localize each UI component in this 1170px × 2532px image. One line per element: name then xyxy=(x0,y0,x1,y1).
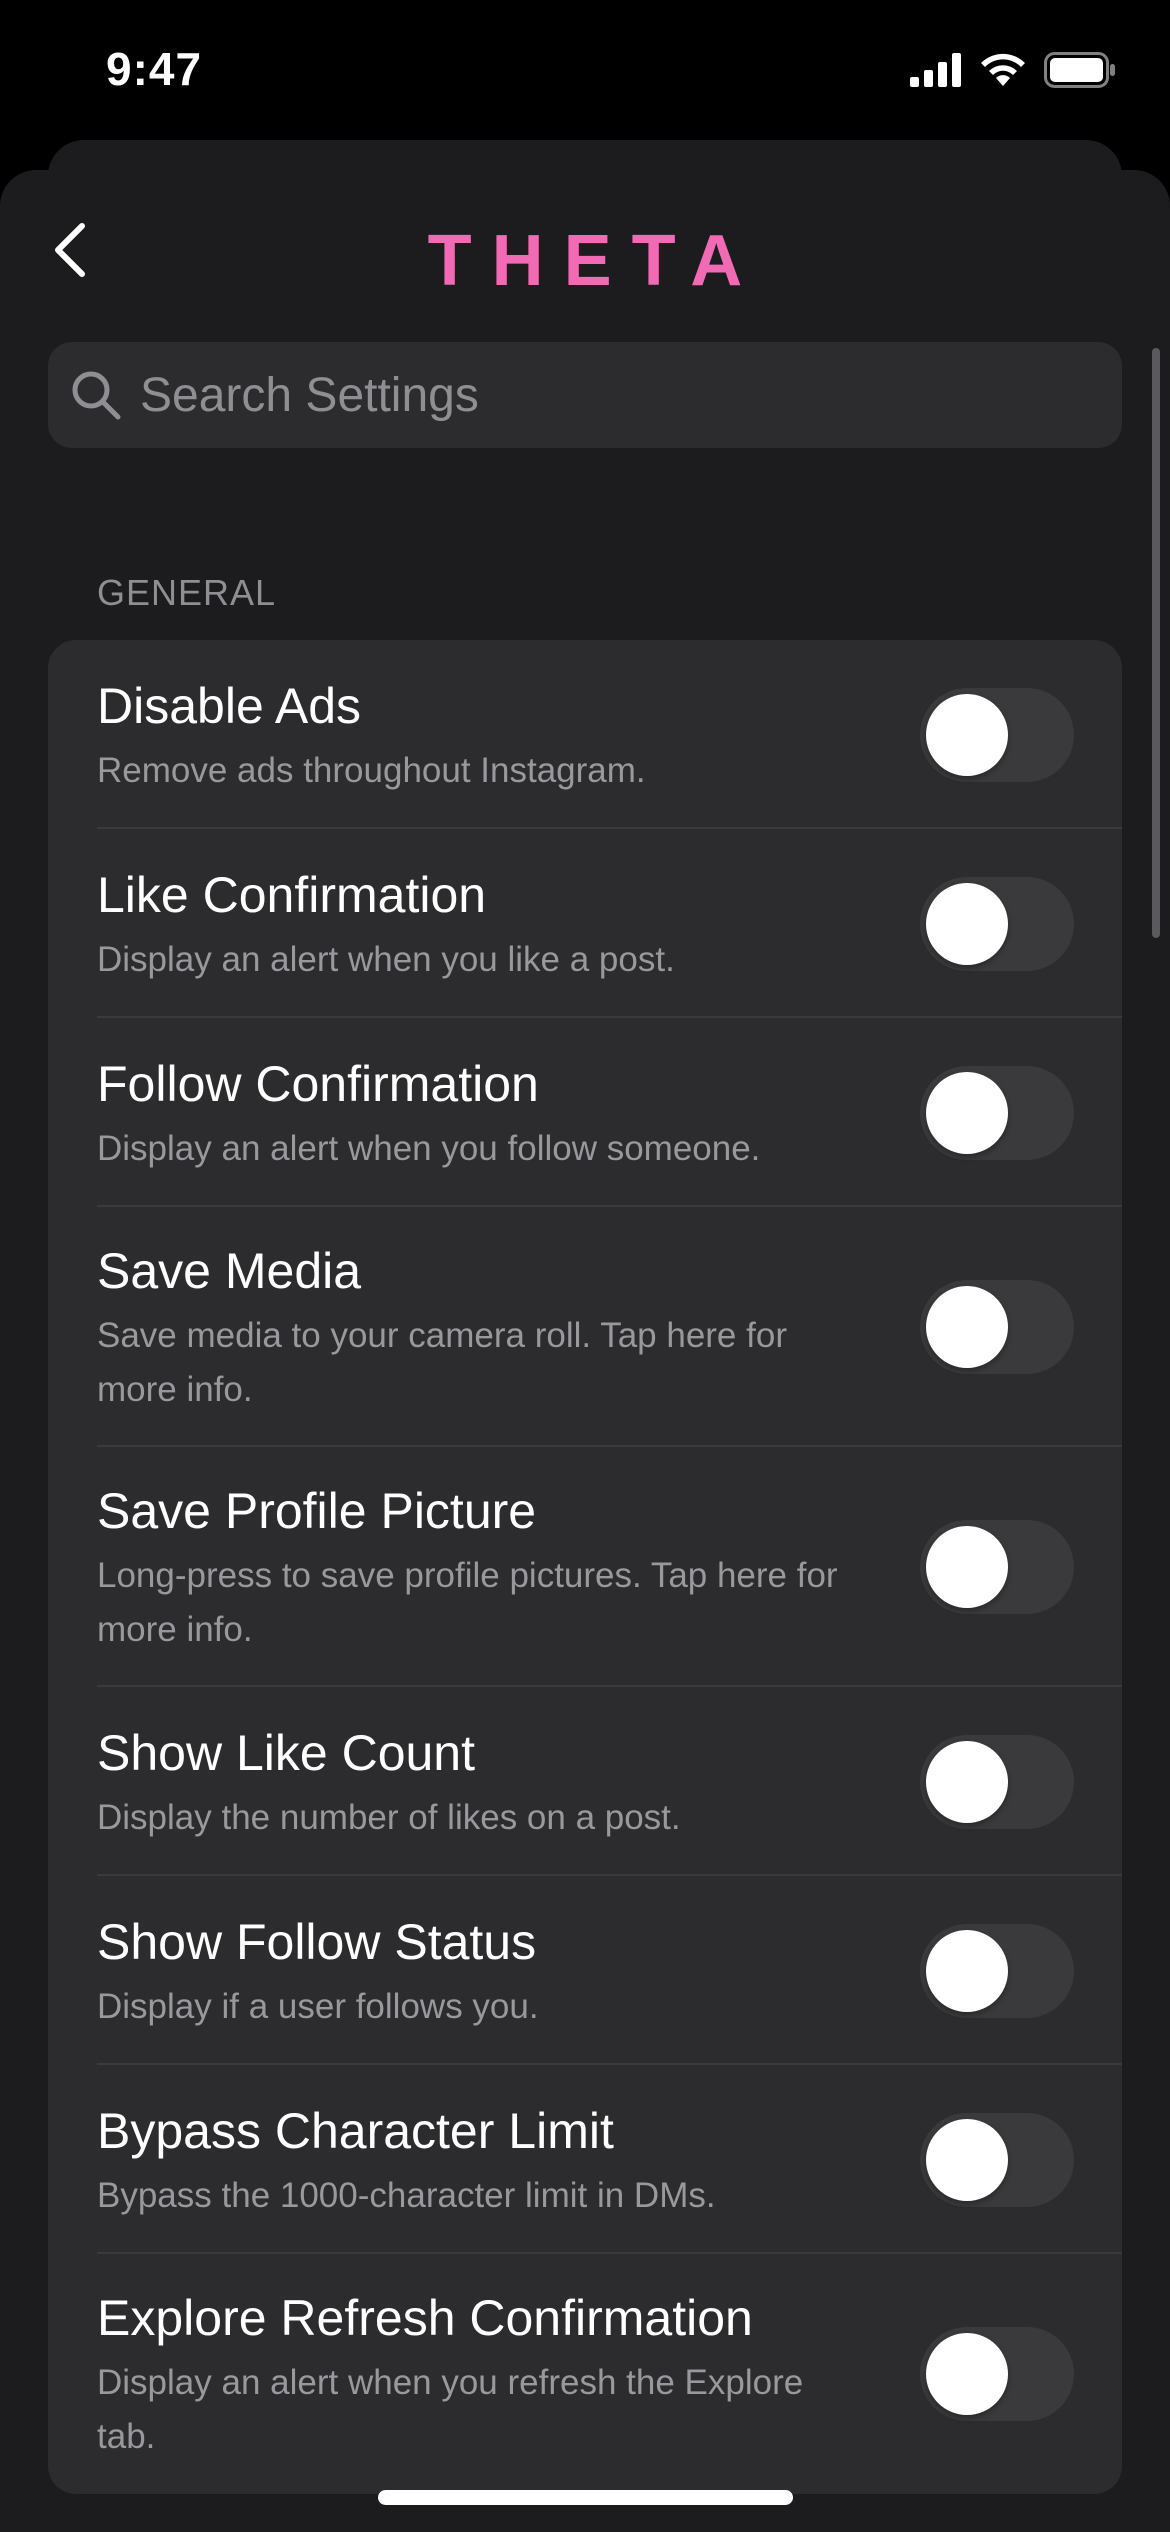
toggle-bypass-character-limit[interactable] xyxy=(920,2112,1074,2207)
toggle-follow-confirmation[interactable] xyxy=(920,1065,1074,1160)
setting-title: Follow Confirmation xyxy=(97,1055,539,1112)
setting-description: Display if a user follows you. xyxy=(97,1986,539,2026)
setting-text: Explore Refresh Confirmation Display an … xyxy=(97,2288,867,2464)
setting-row-show-follow-status[interactable]: Show Follow Status Display if a user fol… xyxy=(48,1876,1122,2065)
setting-row-save-media[interactable]: Save Media Save media to your camera rol… xyxy=(48,1207,1122,1447)
toggle-like-confirmation[interactable] xyxy=(920,876,1074,971)
status-bar: 9:47 xyxy=(0,0,1170,150)
setting-row-follow-confirmation[interactable]: Follow Confirmation Display an alert whe… xyxy=(48,1018,1122,1207)
setting-row-show-like-count[interactable]: Show Like Count Display the number of li… xyxy=(48,1687,1122,1876)
cellular-signal-icon xyxy=(910,53,962,92)
setting-description: Display an alert when you like a post. xyxy=(97,939,675,979)
settings-sheet: THETA GENERAL Disable Ads Remove ads thr… xyxy=(0,170,1170,2532)
toggle-knob xyxy=(926,693,1008,776)
toggle-knob xyxy=(926,882,1008,965)
settings-list: Disable Ads Remove ads throughout Instag… xyxy=(48,640,1122,2494)
toggle-knob xyxy=(926,2333,1008,2415)
setting-row-disable-ads[interactable]: Disable Ads Remove ads throughout Instag… xyxy=(48,640,1122,829)
setting-text: Save Profile Picture Long-press to save … xyxy=(97,1481,867,1657)
setting-text: Bypass Character Limit Bypass the 1000-c… xyxy=(97,2101,867,2223)
setting-text: Show Follow Status Display if a user fol… xyxy=(97,1912,867,2034)
home-indicator[interactable] xyxy=(378,2490,793,2505)
setting-description: Display the number of likes on a post. xyxy=(97,1797,681,1837)
setting-text: Like Confirmation Display an alert when … xyxy=(97,865,867,987)
setting-title: Explore Refresh Confirmation xyxy=(97,2290,753,2346)
setting-description: Remove ads throughout Instagram. xyxy=(97,750,646,790)
setting-description: Save media to your camera roll. Tap here… xyxy=(97,1316,787,1409)
setting-text: Disable Ads Remove ads throughout Instag… xyxy=(97,676,867,798)
app-title: THETA xyxy=(427,221,763,301)
setting-row-bypass-character-limit[interactable]: Bypass Character Limit Bypass the 1000-c… xyxy=(48,2065,1122,2254)
toggle-knob xyxy=(926,2118,1008,2201)
section-header-general: GENERAL xyxy=(97,572,277,613)
setting-row-explore-refresh-confirmation[interactable]: Explore Refresh Confirmation Display an … xyxy=(48,2254,1122,2494)
toggle-knob xyxy=(926,1071,1008,1154)
search-icon xyxy=(68,367,124,423)
toggle-save-profile-picture[interactable] xyxy=(920,1520,1074,1614)
setting-title: Like Confirmation xyxy=(97,866,487,923)
navigation-bar: THETA xyxy=(0,170,1170,320)
setting-title: Save Profile Picture xyxy=(97,1483,537,1539)
setting-description: Display an alert when you follow someone… xyxy=(97,1128,761,1168)
setting-title: Save Media xyxy=(97,1243,362,1299)
setting-text: Show Like Count Display the number of li… xyxy=(97,1723,867,1845)
toggle-knob xyxy=(926,1929,1008,2012)
setting-text: Follow Confirmation Display an alert whe… xyxy=(97,1054,867,1176)
toggle-disable-ads[interactable] xyxy=(920,687,1074,782)
toggle-knob xyxy=(926,1526,1008,1608)
setting-description: Bypass the 1000-character limit in DMs. xyxy=(97,2175,716,2215)
setting-title: Disable Ads xyxy=(97,677,362,734)
setting-description: Long-press to save profile pictures. Tap… xyxy=(97,1556,838,1649)
setting-title: Show Like Count xyxy=(97,1724,476,1781)
setting-row-save-profile-picture[interactable]: Save Profile Picture Long-press to save … xyxy=(48,1447,1122,1687)
toggle-explore-refresh-confirmation[interactable] xyxy=(920,2327,1074,2421)
scrollbar[interactable] xyxy=(1152,348,1160,938)
setting-text: Save Media Save media to your camera rol… xyxy=(97,1241,867,1417)
setting-description: Display an alert when you refresh the Ex… xyxy=(97,2363,804,2456)
search-bar[interactable] xyxy=(48,342,1122,448)
search-input[interactable] xyxy=(138,366,1122,424)
battery-icon xyxy=(1044,52,1116,93)
toggle-show-like-count[interactable] xyxy=(920,1734,1074,1829)
setting-title: Bypass Character Limit xyxy=(97,2102,614,2159)
status-icons xyxy=(910,52,1116,93)
setting-title: Show Follow Status xyxy=(97,1913,537,1970)
toggle-knob xyxy=(926,1740,1008,1823)
toggle-knob xyxy=(926,1286,1008,1368)
toggle-show-follow-status[interactable] xyxy=(920,1923,1074,2018)
setting-row-like-confirmation[interactable]: Like Confirmation Display an alert when … xyxy=(48,829,1122,1018)
toggle-save-media[interactable] xyxy=(920,1280,1074,1374)
status-time: 9:47 xyxy=(106,43,203,95)
wifi-icon xyxy=(978,52,1028,93)
